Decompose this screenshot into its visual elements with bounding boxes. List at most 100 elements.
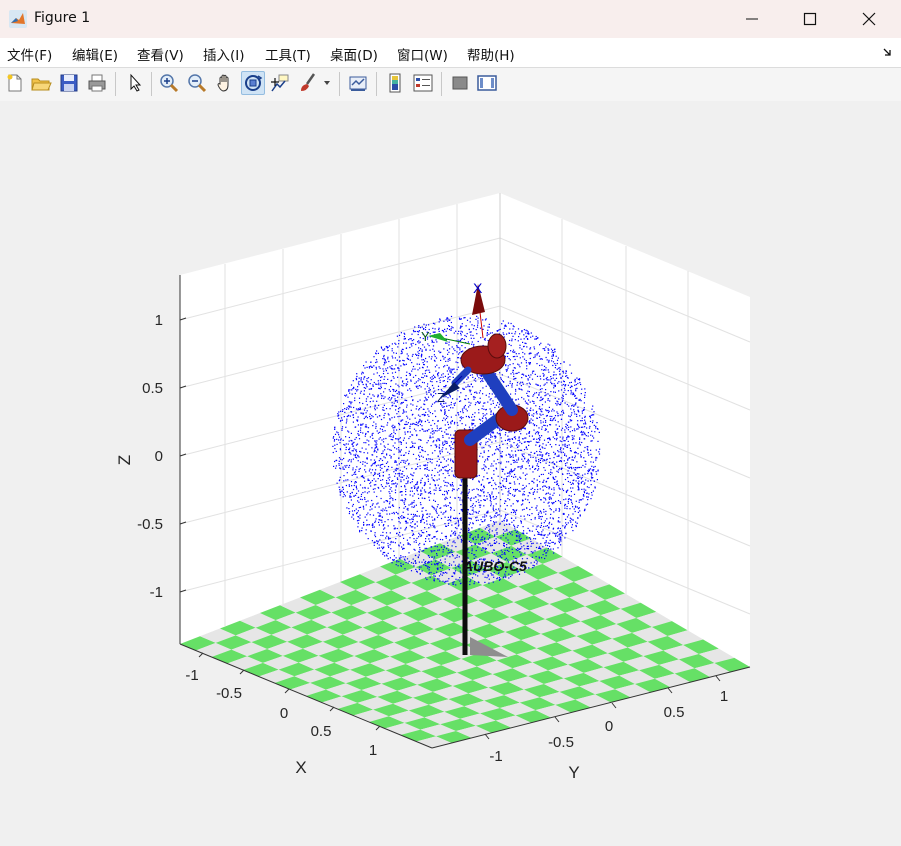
menu-view[interactable]: 查看(V) bbox=[137, 44, 184, 64]
colorbar-icon[interactable] bbox=[384, 72, 406, 94]
cloud-point bbox=[341, 426, 344, 428]
cloud-point bbox=[488, 578, 490, 580]
cloud-point bbox=[477, 489, 479, 491]
hide-plot-tools-icon[interactable] bbox=[449, 72, 471, 94]
cloud-point bbox=[350, 403, 352, 405]
cloud-point bbox=[547, 548, 549, 550]
cloud-point bbox=[521, 453, 523, 455]
cloud-point bbox=[500, 452, 502, 454]
menu-tools[interactable]: 工具(T) bbox=[265, 44, 311, 64]
cloud-point bbox=[465, 395, 467, 397]
cloud-point bbox=[366, 404, 368, 406]
cloud-point bbox=[510, 470, 512, 472]
cloud-point bbox=[460, 493, 462, 495]
menu-file[interactable]: 文件(F) bbox=[7, 44, 52, 64]
cloud-point bbox=[556, 470, 558, 472]
menu-edit[interactable]: 编辑(E) bbox=[72, 44, 118, 64]
cloud-point bbox=[533, 424, 535, 427]
cloud-point bbox=[540, 524, 542, 527]
cloud-point bbox=[554, 415, 557, 417]
new-figure-icon[interactable] bbox=[4, 72, 26, 94]
cloud-point bbox=[511, 534, 513, 536]
cloud-point bbox=[542, 413, 544, 416]
cloud-point bbox=[501, 470, 504, 472]
dock-arrow-icon[interactable] bbox=[882, 46, 894, 58]
cloud-point bbox=[411, 467, 413, 470]
cloud-point bbox=[532, 465, 534, 467]
cloud-point bbox=[539, 344, 541, 346]
cloud-point bbox=[567, 440, 569, 442]
data-cursor-icon[interactable] bbox=[269, 72, 291, 94]
maximize-button[interactable] bbox=[781, 0, 839, 38]
cloud-point bbox=[483, 495, 485, 497]
cloud-point bbox=[419, 547, 421, 549]
close-button[interactable] bbox=[840, 0, 898, 38]
cloud-point bbox=[553, 385, 555, 387]
menu-desktop[interactable]: 桌面(D) bbox=[330, 44, 378, 64]
cloud-point bbox=[545, 369, 547, 371]
cloud-point bbox=[547, 379, 549, 381]
cloud-point bbox=[427, 454, 429, 456]
legend-icon[interactable] bbox=[412, 72, 434, 94]
cloud-point bbox=[553, 511, 555, 513]
link-plot-icon[interactable] bbox=[347, 72, 369, 94]
pan-hand-icon[interactable] bbox=[214, 72, 236, 94]
cloud-point bbox=[395, 482, 397, 484]
cloud-point bbox=[442, 419, 444, 422]
cloud-point bbox=[596, 479, 598, 481]
open-file-icon[interactable] bbox=[30, 72, 52, 94]
cloud-point bbox=[395, 400, 397, 402]
brush-icon[interactable] bbox=[297, 72, 319, 94]
cloud-point bbox=[479, 374, 481, 376]
cloud-point bbox=[442, 565, 444, 567]
cloud-point bbox=[393, 429, 395, 431]
cloud-point bbox=[593, 424, 595, 426]
cloud-point bbox=[421, 446, 423, 449]
cloud-point bbox=[536, 509, 538, 511]
cloud-point bbox=[413, 506, 415, 508]
cloud-point bbox=[457, 353, 460, 355]
menu-insert[interactable]: 插入(I) bbox=[203, 44, 245, 64]
cloud-point bbox=[501, 468, 503, 470]
minimize-button[interactable] bbox=[723, 0, 781, 38]
cloud-point bbox=[341, 428, 343, 430]
cloud-point bbox=[461, 325, 463, 327]
menu-window[interactable]: 窗口(W) bbox=[397, 44, 448, 64]
cloud-point bbox=[477, 537, 479, 539]
cloud-point bbox=[386, 535, 388, 537]
chevron-down-icon[interactable] bbox=[323, 80, 331, 86]
save-icon[interactable] bbox=[58, 72, 80, 94]
show-plot-tools-icon[interactable] bbox=[476, 72, 498, 94]
zoom-out-icon[interactable] bbox=[186, 72, 208, 94]
print-icon[interactable] bbox=[86, 72, 108, 94]
cloud-point bbox=[519, 476, 521, 478]
cloud-point bbox=[412, 365, 415, 368]
cloud-point bbox=[530, 374, 532, 376]
cloud-point bbox=[460, 416, 462, 418]
cloud-point bbox=[376, 372, 378, 374]
cloud-point bbox=[439, 428, 441, 430]
menu-help[interactable]: 帮助(H) bbox=[467, 44, 515, 64]
rotate-3d-icon[interactable] bbox=[241, 71, 265, 95]
cloud-point bbox=[491, 454, 494, 456]
cloud-point bbox=[517, 457, 520, 459]
pointer-icon[interactable] bbox=[124, 72, 146, 94]
cloud-point bbox=[414, 442, 416, 444]
cloud-point bbox=[474, 505, 476, 507]
cloud-point bbox=[396, 448, 398, 450]
axes-3d[interactable]: X Y Z AUBO-C5 1 0.5 0 -0.5 -1 -1 -0.5 0 … bbox=[0, 101, 901, 846]
cloud-point bbox=[543, 501, 545, 503]
zoom-in-icon[interactable] bbox=[158, 72, 180, 94]
cloud-point bbox=[545, 409, 547, 411]
figure-canvas[interactable]: X Y Z AUBO-C5 1 0.5 0 -0.5 -1 -1 -0.5 0 … bbox=[0, 101, 901, 846]
cloud-point bbox=[599, 448, 601, 450]
cloud-point bbox=[373, 421, 375, 423]
cloud-point bbox=[498, 449, 500, 451]
cloud-point bbox=[538, 408, 540, 410]
cloud-point bbox=[523, 398, 525, 400]
cloud-point bbox=[498, 444, 501, 446]
cloud-point bbox=[374, 534, 376, 536]
cloud-point bbox=[562, 399, 564, 401]
cloud-point bbox=[389, 390, 391, 392]
cloud-point bbox=[577, 378, 579, 380]
